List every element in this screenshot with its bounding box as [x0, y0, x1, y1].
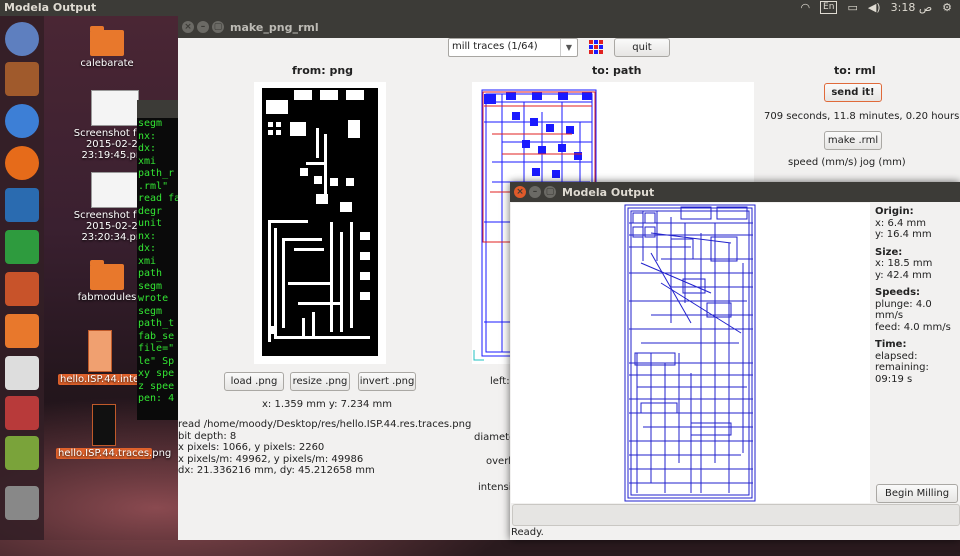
remaining-time: remaining: 09:19 s: [875, 362, 929, 385]
desktop-icon-label: calebarate: [80, 58, 134, 69]
folder-icon: [90, 26, 124, 56]
system-tray: ◠ En ▭ ◀) 3:18 ص ⚙: [800, 1, 952, 14]
cursor-coordinates: x: 1.359 mm y: 7.234 mm: [262, 399, 392, 410]
top-panel: Modela Output ◠ En ▭ ◀) 3:18 ص ⚙: [0, 0, 960, 16]
amazon-icon[interactable]: [5, 356, 39, 390]
minimize-icon[interactable]: –: [529, 186, 541, 198]
battery-icon[interactable]: ▭: [847, 1, 857, 14]
minimize-icon[interactable]: –: [197, 21, 209, 33]
files-icon[interactable]: [5, 62, 39, 96]
job-info-panel: Origin: x: 6.4 mm y: 16.4 mm Size: x: 18…: [875, 206, 960, 385]
png-preview[interactable]: [254, 82, 386, 364]
jog-label: jog (mm): [860, 157, 906, 168]
close-icon[interactable]: ×: [514, 186, 526, 198]
invert-png-button[interactable]: invert .png: [358, 372, 416, 391]
chevron-down-icon: ▼: [560, 39, 577, 56]
png-info-line: bit depth: 8: [178, 430, 237, 442]
desktop-icon-label: hello.ISP.44.interior.png: [58, 374, 178, 385]
clock[interactable]: 3:18 ص: [891, 1, 933, 14]
resize-png-button[interactable]: resize .png: [290, 372, 350, 391]
elapsed-time: elapsed:: [875, 350, 918, 362]
close-icon[interactable]: ×: [182, 21, 194, 33]
desktop-icon-label: hello.ISP.44.traces.png: [56, 448, 172, 459]
active-app-title: Modela Output: [4, 1, 97, 14]
ubuntu-dash-icon[interactable]: [5, 22, 39, 56]
firefox-icon[interactable]: [5, 146, 39, 180]
quit-button[interactable]: quit: [614, 38, 670, 57]
writer-icon[interactable]: [5, 188, 39, 222]
image-thumbnail-icon: [88, 330, 112, 372]
feed-speed: feed: 4.0 mm/s: [875, 321, 951, 333]
gear-icon[interactable]: ⚙: [942, 1, 952, 14]
overlap-label: overl: [486, 456, 512, 467]
window-titlebar: × – ▢ make_png_rml: [178, 16, 960, 38]
left-label: left:: [490, 376, 510, 387]
software-center-icon[interactable]: [5, 314, 39, 348]
calc-icon[interactable]: [5, 230, 39, 264]
image-thumbnail-icon: [92, 404, 116, 446]
pcb-traces-image: [262, 88, 378, 356]
modela-output-window: × – ▢ Modela Output Origin: x: 6.4 mm y:…: [510, 182, 960, 540]
png-info-line: read /home/moody/Desktop/res/hello.ISP.4…: [178, 419, 472, 430]
trash-icon[interactable]: [5, 486, 39, 520]
impress-icon[interactable]: [5, 272, 39, 306]
workspaces-icon[interactable]: [5, 436, 39, 470]
origin-x: x: 6.4 mm: [875, 217, 927, 229]
size-x: x: 18.5 mm: [875, 258, 933, 269]
volume-icon[interactable]: ◀): [868, 1, 881, 14]
intensity-label: intensi: [478, 482, 512, 493]
png-info: read /home/moody/Desktop/res/hello.ISP.4…: [178, 419, 471, 477]
origin-y: y: 16.4 mm: [875, 229, 932, 240]
to-path-header: to: path: [592, 64, 642, 77]
window-titlebar: × – ▢ Modela Output: [510, 182, 960, 202]
wifi-icon[interactable]: ◠: [800, 1, 810, 14]
milling-progress-bar: [512, 504, 960, 526]
speed-label: speed (mm/s): [788, 157, 858, 168]
process-select-value: mill traces (1/64): [452, 41, 538, 52]
clock-time: 3:18: [890, 1, 916, 14]
launcher: [0, 16, 44, 540]
desktop-icon-calebarate[interactable]: calebarate: [62, 26, 152, 69]
chromium-icon[interactable]: [5, 104, 39, 138]
time-estimate: 709 seconds, 11.8 minutes, 0.20 hours: [764, 111, 960, 122]
size-y: y: 42.4 mm: [875, 269, 932, 281]
png-info-line: x pixels/m: 49962, y pixels/m: 49986: [178, 453, 364, 465]
plunge-speed: plunge: 4.0 mm/s: [875, 298, 932, 322]
make-rml-button[interactable]: make .rml: [824, 131, 882, 150]
origin-title: Origin:: [875, 206, 914, 217]
status-text: Ready.: [511, 527, 544, 538]
image-thumbnail-icon: [91, 172, 139, 208]
grid-icon[interactable]: [588, 39, 604, 55]
folder-icon: [90, 260, 124, 290]
to-rml-header: to: rml: [834, 64, 876, 77]
size-title: Size:: [875, 246, 903, 258]
desktop-icon-interior[interactable]: hello.ISP.44.interior.png: [58, 330, 178, 385]
png-info-line: dx: 21.336216 mm, dy: 45.212658 mm: [178, 465, 375, 476]
maximize-icon[interactable]: ▢: [544, 186, 556, 198]
time-title: Time:: [875, 339, 907, 350]
image-thumbnail-icon: [91, 90, 139, 126]
speeds-title: Speeds:: [875, 287, 921, 298]
keyboard-layout-indicator[interactable]: En: [820, 1, 838, 14]
maximize-icon[interactable]: ▢: [212, 21, 224, 33]
process-select[interactable]: mill traces (1/64) ▼: [448, 38, 578, 57]
load-png-button[interactable]: load .png: [224, 372, 284, 391]
clock-ampm: ص: [918, 1, 933, 14]
begin-milling-button[interactable]: Begin Milling: [876, 484, 958, 503]
settings-icon[interactable]: [5, 396, 39, 430]
window-title: Modela Output: [562, 186, 655, 199]
from-png-header: from: png: [292, 64, 354, 77]
png-info-line: x pixels: 1066, y pixels: 2260: [178, 442, 325, 453]
toolpath-canvas[interactable]: [511, 203, 870, 503]
window-title: make_png_rml: [230, 21, 319, 34]
send-it-button[interactable]: send it!: [824, 83, 882, 102]
toolpath-drawing: [624, 204, 756, 502]
